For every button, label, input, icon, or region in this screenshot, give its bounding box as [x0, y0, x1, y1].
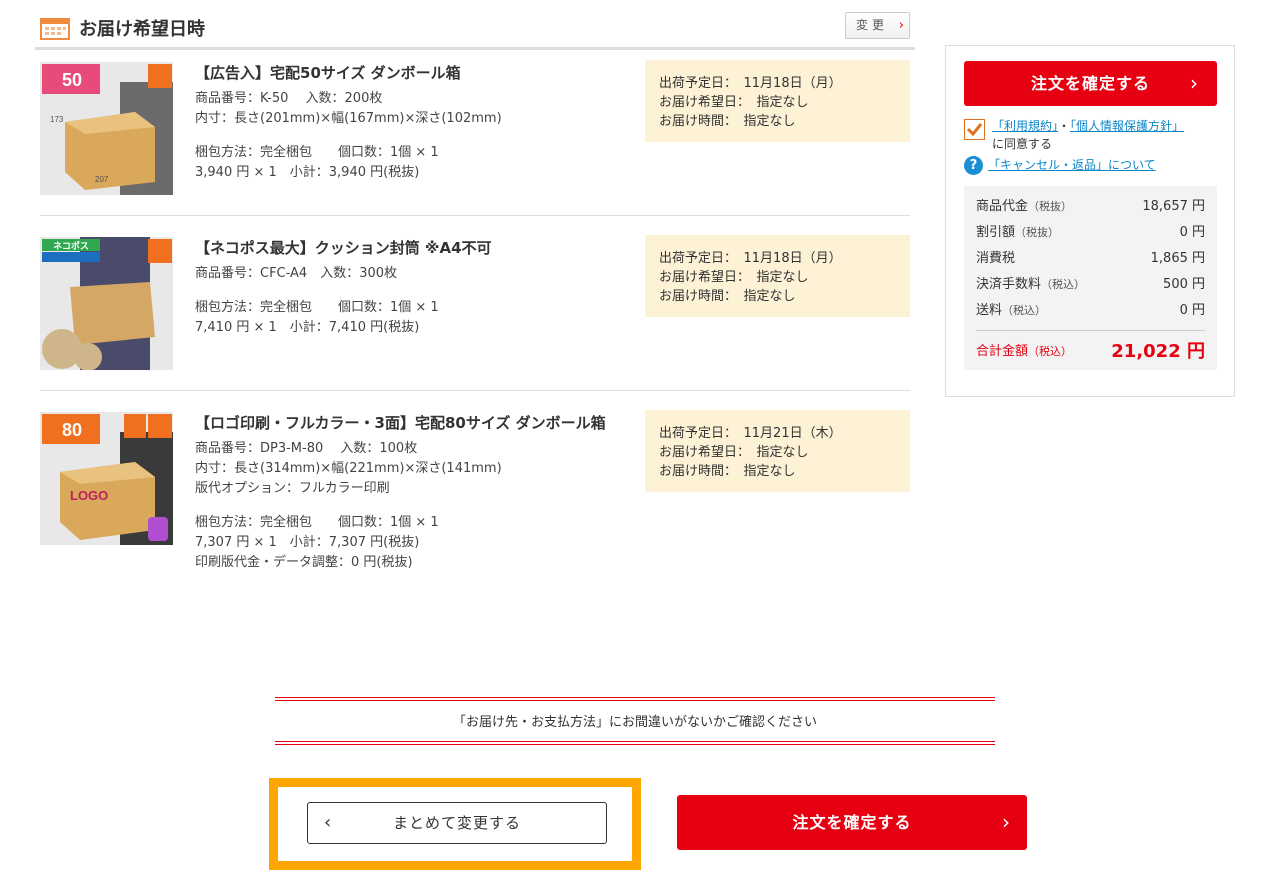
product-print-fee: 印刷版代金・データ調整：0 円(税抜) — [195, 555, 413, 570]
summary-label: 消費税 — [976, 251, 1016, 266]
wish-time: お届け時間： 指定なし — [659, 289, 796, 304]
ship-date: 出荷予定日： 11月18日（月） — [659, 76, 842, 91]
summary-value: 18,657 円 — [1142, 199, 1205, 214]
wish-time: お届け時間： 指定なし — [659, 464, 796, 479]
change-button-label: 変更 — [856, 18, 889, 32]
product-subtotal: 7,307 円 × 1 小計：7,307 円(税抜) — [195, 535, 420, 550]
help-icon: ? — [964, 156, 983, 175]
change-all-label: まとめて変更する — [392, 814, 521, 832]
section-header: お届け希望日時 変更 › — [35, 8, 915, 50]
thumb-size-label: 50 — [62, 70, 82, 90]
calendar-icon — [40, 18, 70, 40]
product-item: 80 LOGO 【ロゴ印刷・フルカラー・3面】宅配80サイズ ダンボール箱 商品… — [40, 410, 910, 590]
product-subtotal: 3,940 円 × 1 小計：3,940 円(税抜) — [195, 165, 420, 180]
product-item: ネコポス 【ネコポス最大】クッション封筒 ※A4不可 商品番号：CFC-A4 入… — [40, 235, 910, 391]
wish-date: お届け希望日： 指定なし — [659, 95, 809, 110]
change-button[interactable]: 変更 › — [845, 12, 910, 39]
wish-date: お届け希望日： 指定なし — [659, 445, 809, 460]
chevron-right-icon: › — [898, 18, 904, 33]
notice-divider — [275, 741, 995, 745]
shipping-info: 出荷予定日： 11月18日（月） お届け希望日： 指定なし お届け時間： 指定な… — [645, 60, 910, 142]
notice-divider — [275, 697, 995, 701]
thumb-size-label: 80 — [62, 420, 82, 440]
summary-value: 0 円 — [1179, 225, 1205, 240]
total-value: 21,022 円 — [1111, 341, 1205, 362]
ship-date: 出荷予定日： 11月18日（月） — [659, 251, 842, 266]
thumb-brand-label: ネコポス — [53, 240, 89, 251]
summary-label: 決済手数料 — [976, 277, 1042, 292]
product-dimensions: 内寸：長さ(314mm)×幅(221mm)×深さ(141mm) — [195, 461, 502, 476]
summary-label: 送料 — [976, 303, 1003, 318]
product-code: 商品番号：CFC-A4 入数：300枚 — [195, 266, 398, 281]
summary-row: 送料（税込） 0 円 — [976, 298, 1205, 324]
thumb-logo-label: LOGO — [70, 488, 108, 503]
confirm-order-label: 注文を確定する — [792, 813, 912, 832]
link-separator: ・ — [1058, 119, 1071, 133]
order-summary-panel: 注文を確定する › 「利用規約」・「個人情報保護方針」 に同意する ? 「キャン… — [945, 45, 1235, 397]
wish-date: お届け希望日： 指定なし — [659, 270, 809, 285]
section-title: お届け希望日時 — [79, 19, 205, 40]
total-sub: （税込） — [1028, 345, 1073, 358]
product-title: 【広告入】宅配50サイズ ダンボール箱 — [195, 64, 461, 82]
summary-row: 商品代金（税抜） 18,657 円 — [976, 194, 1205, 220]
summary-label: 商品代金 — [976, 199, 1029, 214]
shipping-info: 出荷予定日： 11月18日（月） お届け希望日： 指定なし お届け時間： 指定な… — [645, 235, 910, 317]
summary-sub: （税込） — [1041, 278, 1086, 291]
product-subtotal: 7,410 円 × 1 小計：7,410 円(税抜) — [195, 320, 420, 335]
price-summary: 商品代金（税抜） 18,657 円 割引額（税抜） 0 円 消費税 1,865 … — [964, 186, 1217, 370]
product-info: 【ネコポス最大】クッション封筒 ※A4不可 商品番号：CFC-A4 入数：300… — [195, 237, 645, 338]
privacy-link[interactable]: 「個人情報保護方針」 — [1070, 119, 1184, 133]
summary-sub: （税抜） — [1015, 226, 1060, 239]
product-image: ネコポス — [40, 237, 173, 370]
summary-label: 割引額 — [976, 225, 1016, 240]
agree-suffix: に同意する — [992, 137, 1053, 151]
product-title: 【ネコポス最大】クッション封筒 ※A4不可 — [195, 239, 492, 257]
product-image: 80 LOGO — [40, 412, 173, 545]
summary-value: 0 円 — [1179, 303, 1205, 318]
terms-link[interactable]: 「利用規約」 — [992, 119, 1058, 133]
summary-row: 決済手数料（税込） 500 円 — [976, 272, 1205, 298]
confirm-order-button-bottom[interactable]: 注文を確定する › — [677, 795, 1027, 850]
product-title: 【ロゴ印刷・フルカラー・3面】宅配80サイズ ダンボール箱 — [195, 414, 606, 432]
checkmark-icon — [966, 123, 983, 137]
wish-time: お届け時間： 指定なし — [659, 114, 796, 129]
product-print-option: 版代オプション：フルカラー印刷 — [195, 481, 390, 496]
summary-value: 1,865 円 — [1150, 251, 1205, 266]
confirm-order-button[interactable]: 注文を確定する › — [964, 61, 1217, 106]
summary-total: 合計金額（税込） 21,022 円 — [976, 330, 1205, 370]
product-packing: 梱包方法：完全梱包 個口数：1個 × 1 — [195, 300, 439, 315]
summary-sub: （税込） — [1002, 304, 1047, 317]
product-item: 50 173 207 【広告入】宅配50サイズ ダンボール箱 商品番号：K-50… — [40, 60, 910, 216]
svg-text:173: 173 — [50, 115, 64, 124]
product-packing: 梱包方法：完全梱包 個口数：1個 × 1 — [195, 515, 439, 530]
summary-sub: （税抜） — [1028, 200, 1073, 213]
confirm-order-label: 注文を確定する — [1030, 74, 1150, 93]
product-code: 商品番号：DP3-M-80 入数：100枚 — [195, 441, 418, 456]
agree-text: 「利用規約」・「個人情報保護方針」 に同意する — [992, 117, 1222, 153]
summary-row: 消費税 1,865 円 — [976, 246, 1205, 272]
chevron-right-icon: › — [1190, 71, 1199, 95]
summary-value: 500 円 — [1163, 277, 1205, 292]
svg-text:207: 207 — [95, 175, 109, 184]
cancel-return-link[interactable]: 「キャンセル・返品」について — [988, 156, 1156, 173]
product-packing: 梱包方法：完全梱包 個口数：1個 × 1 — [195, 145, 439, 160]
change-all-button[interactable]: ‹ まとめて変更する — [307, 802, 607, 844]
product-code: 商品番号：K-50 入数：200枚 — [195, 91, 383, 106]
product-info: 【ロゴ印刷・フルカラー・3面】宅配80サイズ ダンボール箱 商品番号：DP3-M… — [195, 412, 645, 573]
ship-date: 出荷予定日： 11月21日（木） — [659, 426, 842, 441]
total-label: 合計金額 — [976, 344, 1029, 359]
chevron-right-icon: › — [1002, 810, 1011, 834]
confirmation-notice: 「お届け先・お支払方法」にお間違いがないかご確認ください — [275, 697, 995, 745]
product-image: 50 173 207 — [40, 62, 173, 195]
shipping-info: 出荷予定日： 11月21日（木） お届け希望日： 指定なし お届け時間： 指定な… — [645, 410, 910, 492]
chevron-left-icon: ‹ — [324, 812, 333, 833]
product-dimensions: 内寸：長さ(201mm)×幅(167mm)×深さ(102mm) — [195, 111, 502, 126]
summary-row: 割引額（税抜） 0 円 — [976, 220, 1205, 246]
notice-text: 「お届け先・お支払方法」にお間違いがないかご確認ください — [452, 715, 817, 730]
product-info: 【広告入】宅配50サイズ ダンボール箱 商品番号：K-50 入数：200枚 内寸… — [195, 62, 645, 183]
agree-checkbox[interactable] — [964, 119, 985, 140]
